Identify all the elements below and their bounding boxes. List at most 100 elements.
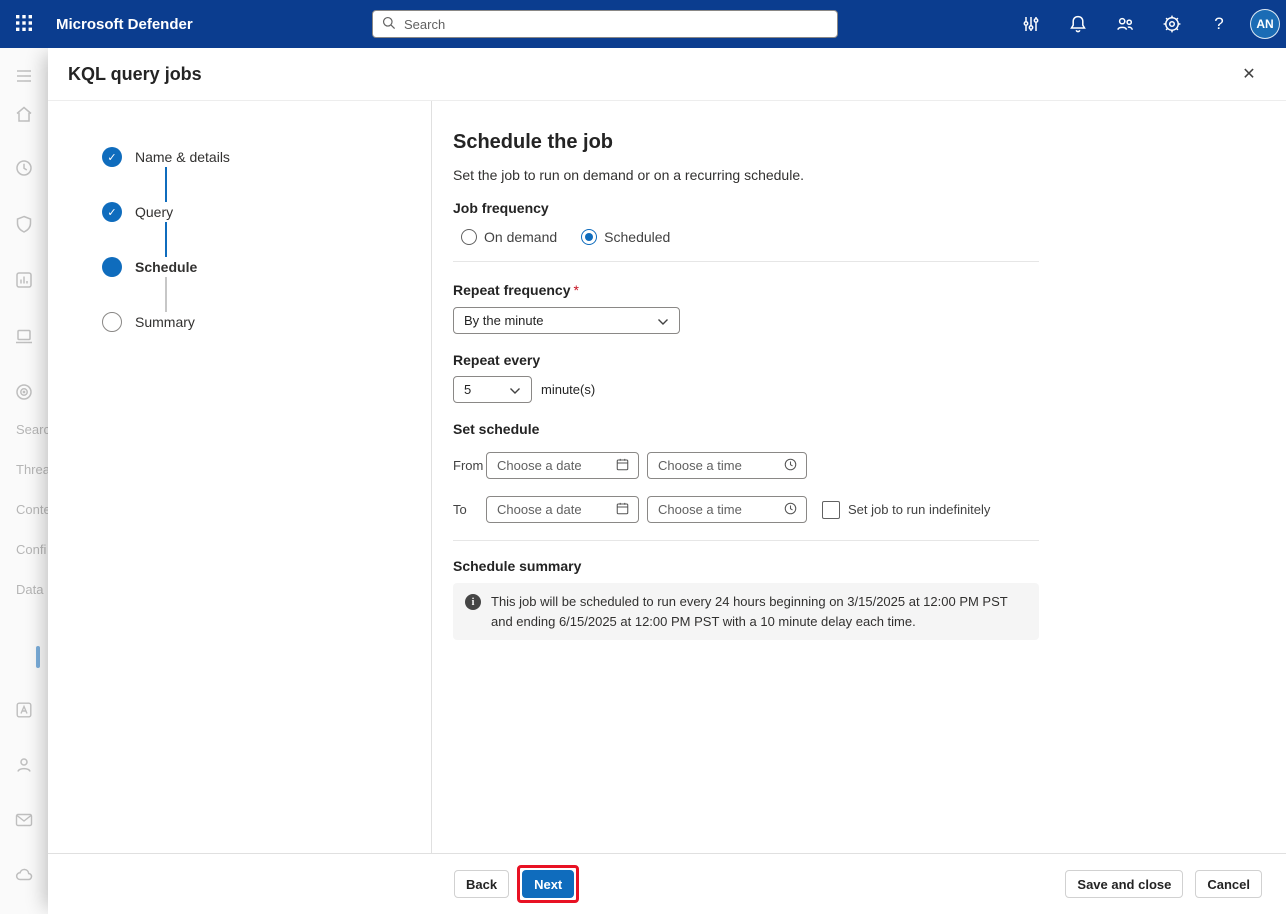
panel-body: ✓ Name & details ✓ Query Schedule Summar…: [48, 101, 1286, 853]
reports-icon[interactable]: [14, 270, 34, 290]
nav-section-search[interactable]: Searc: [16, 422, 48, 437]
settings-gear-icon[interactable]: [1156, 8, 1188, 40]
job-frequency-radio-group: On demand Scheduled: [453, 229, 1039, 245]
step-current-icon: [102, 257, 122, 277]
schedule-summary-infobox: i This job will be scheduled to run ever…: [453, 583, 1039, 640]
from-time-input[interactable]: [658, 458, 777, 473]
step-completed-icon: ✓: [102, 202, 122, 222]
repeat-every-label: Repeat every: [453, 352, 1039, 368]
cancel-button[interactable]: Cancel: [1195, 870, 1262, 898]
to-label: To: [453, 502, 486, 517]
cloud-icon[interactable]: [14, 865, 34, 885]
to-date-input[interactable]: [497, 502, 609, 517]
from-label: From: [453, 458, 486, 473]
help-icon[interactable]: ?: [1203, 8, 1235, 40]
to-time-input[interactable]: [658, 502, 777, 517]
step-label: Query: [135, 204, 173, 220]
step-pending-icon: [102, 312, 122, 332]
repeat-every-dropdown[interactable]: 5: [453, 376, 532, 403]
close-icon[interactable]: ✕: [1234, 59, 1264, 89]
page-title: Schedule the job: [453, 131, 1039, 154]
save-and-close-button[interactable]: Save and close: [1065, 870, 1183, 898]
set-schedule-label: Set schedule: [453, 421, 1039, 437]
waffle-icon: [15, 14, 33, 35]
app-launcher-button[interactable]: [0, 0, 48, 48]
step-schedule[interactable]: Schedule: [102, 257, 431, 277]
radio-unselected-icon: [461, 229, 477, 245]
search-icon: [381, 15, 404, 34]
radio-selected-icon: [581, 229, 597, 245]
search-box[interactable]: [372, 10, 838, 38]
schedule-summary-text: This job will be scheduled to run every …: [491, 592, 1027, 631]
step-connector: [165, 277, 167, 312]
nav-selected-indicator: [36, 646, 40, 668]
from-date-input[interactable]: [497, 458, 609, 473]
step-query[interactable]: ✓ Query: [102, 202, 431, 222]
step-completed-icon: ✓: [102, 147, 122, 167]
chevron-down-icon: [509, 382, 521, 398]
back-button[interactable]: Back: [454, 870, 509, 898]
sliders-icon[interactable]: [1015, 8, 1047, 40]
schedule-to-row: To: [453, 496, 1039, 523]
divider: [453, 261, 1039, 262]
from-date-picker[interactable]: [486, 452, 639, 479]
community-icon[interactable]: [1109, 8, 1141, 40]
step-label: Schedule: [135, 259, 197, 275]
required-asterisk: *: [573, 282, 578, 298]
step-summary[interactable]: Summary: [102, 312, 431, 332]
kql-query-jobs-panel: KQL query jobs ✕ ✓ Name & details ✓ Quer…: [48, 48, 1286, 914]
hunting-target-icon[interactable]: [14, 382, 34, 402]
devices-icon[interactable]: [14, 326, 34, 346]
radio-scheduled[interactable]: Scheduled: [581, 229, 670, 245]
assets-icon[interactable]: [14, 700, 34, 720]
topbar-actions: ? AN: [1015, 0, 1280, 48]
indefinite-checkbox-group[interactable]: Set job to run indefinitely: [822, 501, 990, 519]
to-date-picker[interactable]: [486, 496, 639, 523]
repeat-frequency-dropdown[interactable]: By the minute: [453, 307, 680, 334]
avatar[interactable]: AN: [1250, 9, 1280, 39]
panel-footer: Back Next Save and close Cancel: [48, 853, 1286, 914]
from-time-picker[interactable]: [647, 452, 807, 479]
radio-label: On demand: [484, 229, 557, 245]
label-text: Repeat frequency: [453, 282, 570, 298]
to-time-picker[interactable]: [647, 496, 807, 523]
repeat-every-row: 5 minute(s): [453, 376, 1039, 403]
calendar-icon: [609, 501, 630, 519]
nav-section-data[interactable]: Data: [16, 582, 48, 597]
step-name-details[interactable]: ✓ Name & details: [102, 147, 431, 167]
dropdown-value: 5: [464, 382, 509, 397]
repeat-frequency-label: Repeat frequency*: [453, 282, 1039, 298]
notifications-bell-icon[interactable]: [1062, 8, 1094, 40]
nav-section-content[interactable]: Conte: [16, 502, 48, 517]
repeat-every-unit: minute(s): [541, 382, 595, 397]
hamburger-menu-icon[interactable]: [14, 66, 34, 86]
partner-person-icon[interactable]: [14, 755, 34, 775]
incidents-clock-icon[interactable]: [14, 158, 34, 178]
schedule-form: Schedule the job Set the job to run on d…: [432, 101, 1286, 853]
indefinite-checkbox[interactable]: [822, 501, 840, 519]
nav-section-threat[interactable]: Threa: [16, 462, 48, 477]
dropdown-value: By the minute: [464, 313, 657, 328]
radio-on-demand[interactable]: On demand: [461, 229, 557, 245]
next-button[interactable]: Next: [522, 870, 574, 898]
annotation-highlight-box: Next: [517, 865, 579, 903]
nav-section-configuration[interactable]: Confi: [16, 542, 48, 557]
home-icon[interactable]: [14, 104, 34, 124]
wizard-steps: ✓ Name & details ✓ Query Schedule Summar…: [48, 101, 432, 853]
mail-icon[interactable]: [14, 810, 34, 830]
panel-header: KQL query jobs ✕: [48, 48, 1286, 101]
clock-icon: [777, 457, 798, 475]
step-label: Summary: [135, 314, 195, 330]
indefinite-label: Set job to run indefinitely: [848, 502, 990, 517]
app-title: Microsoft Defender: [56, 16, 193, 33]
top-bar: Microsoft Defender ? AN: [0, 0, 1286, 48]
left-nav-strip: Searc Threa Conte Confi Data: [0, 48, 48, 914]
step-connector: [165, 222, 167, 257]
shield-icon[interactable]: [14, 214, 34, 234]
calendar-icon: [609, 457, 630, 475]
divider: [453, 540, 1039, 541]
clock-icon: [777, 501, 798, 519]
screen: Microsoft Defender ? AN: [0, 0, 1286, 914]
search-input[interactable]: [404, 17, 829, 32]
panel-title: KQL query jobs: [68, 64, 202, 85]
